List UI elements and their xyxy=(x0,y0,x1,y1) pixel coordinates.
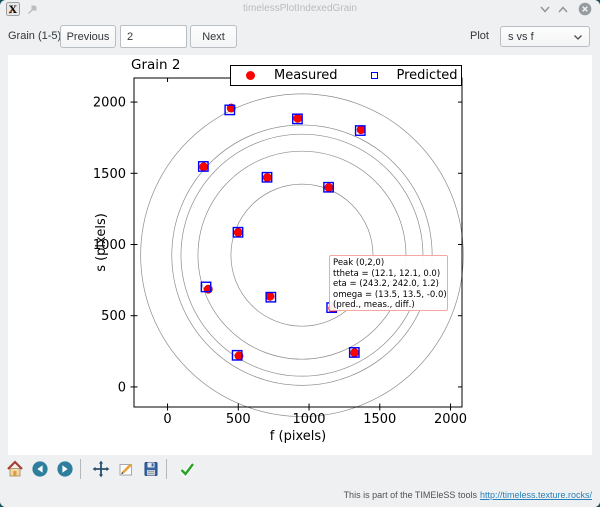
y-tick-label: 2000 xyxy=(93,96,126,111)
forward-button[interactable] xyxy=(54,459,75,480)
measured-point[interactable] xyxy=(325,183,333,191)
x-tick-label: 1000 xyxy=(292,412,325,427)
annotation-line: ttheta = (12.1, 12.1, 0.0) xyxy=(333,269,444,280)
measured-point[interactable] xyxy=(263,173,271,181)
x-tick-label: 2000 xyxy=(434,412,467,427)
application-window: X timelessPlotIndexedGrain Grain (1-5) :… xyxy=(0,0,600,507)
measured-point[interactable] xyxy=(357,126,365,134)
next-button[interactable]: Next xyxy=(190,25,237,48)
previous-button[interactable]: Previous xyxy=(60,25,116,48)
measured-point[interactable] xyxy=(266,292,274,300)
back-arrow-icon xyxy=(31,460,49,478)
pan-button[interactable] xyxy=(90,459,111,480)
legend-label-measured: Measured xyxy=(274,68,338,83)
annotation-line: Peak (0,2,0) xyxy=(333,258,444,269)
toolbar-separator xyxy=(166,459,167,479)
titlebar: X timelessPlotIndexedGrain xyxy=(0,0,600,19)
status-text: This is part of the TIMEleSS tools xyxy=(344,490,477,500)
y-axis-label: s (pixels) xyxy=(94,213,109,272)
window-title: timelessPlotIndexedGrain xyxy=(0,3,600,14)
chevron-down-icon xyxy=(573,34,583,41)
x-tick-label: 0 xyxy=(163,412,171,427)
grain-number-input[interactable] xyxy=(120,25,187,48)
check-button[interactable] xyxy=(176,459,197,480)
y-tick-label: 1500 xyxy=(93,167,126,182)
measured-marker-icon xyxy=(246,71,255,80)
figure-canvas[interactable]: 05001000150020000500100015002000f (pixel… xyxy=(8,55,592,455)
close-button[interactable] xyxy=(578,2,592,16)
measured-point[interactable] xyxy=(234,228,242,236)
pan-move-icon xyxy=(92,460,110,478)
annotation-line: omega = (13.5, 13.5, -0.0) xyxy=(333,290,444,301)
back-button[interactable] xyxy=(29,459,50,480)
check-mark-icon xyxy=(178,460,196,478)
plot-svg: 05001000150020000500100015002000f (pixel… xyxy=(8,55,592,455)
home-icon xyxy=(6,460,24,478)
plot-select-value: s vs f xyxy=(508,31,534,43)
legend-label-predicted: Predicted xyxy=(397,68,458,83)
measured-point[interactable] xyxy=(199,163,207,171)
save-floppy-icon xyxy=(142,460,160,478)
timeless-link[interactable]: http://timeless.texture.rocks/ xyxy=(480,490,592,500)
status-bar: This is part of the TIMEleSS tools http:… xyxy=(0,483,600,507)
navigation-toolbar xyxy=(0,455,600,483)
plot-title: Grain 2 xyxy=(131,57,180,73)
axes-frame xyxy=(134,78,462,407)
edit-pencil-icon xyxy=(117,460,135,478)
edit-button[interactable] xyxy=(115,459,136,480)
measured-point[interactable] xyxy=(294,114,302,122)
x-tick-label: 1500 xyxy=(363,412,396,427)
control-bar: Grain (1-5) : Previous Next Plot s vs f xyxy=(0,19,600,55)
titlebar-chevron-up-button[interactable] xyxy=(556,3,570,16)
x-tick-label: 500 xyxy=(226,412,251,427)
plot-label: Plot xyxy=(470,30,489,42)
plot-select[interactable]: s vs f xyxy=(500,26,590,47)
titlebar-chevron-down-button[interactable] xyxy=(538,3,552,16)
legend: Measured Predicted xyxy=(230,65,462,86)
grain-range-label: Grain (1-5) : xyxy=(8,30,67,42)
annotation-line: eta = (243.2, 242.0, 1.2) xyxy=(333,279,444,290)
save-button[interactable] xyxy=(140,459,161,480)
peak-annotation: Peak (0,2,0) ttheta = (12.1, 12.1, 0.0) … xyxy=(329,255,448,311)
y-tick-label: 0 xyxy=(118,380,126,395)
toolbar-separator xyxy=(80,459,81,479)
forward-arrow-icon xyxy=(56,460,74,478)
measured-point[interactable] xyxy=(350,349,358,357)
predicted-marker-icon xyxy=(371,72,378,79)
y-tick-label: 500 xyxy=(101,309,126,324)
x-axis-label: f (pixels) xyxy=(270,429,326,444)
home-button[interactable] xyxy=(4,459,25,480)
annotation-line: (pred., meas., diff.) xyxy=(333,300,444,311)
